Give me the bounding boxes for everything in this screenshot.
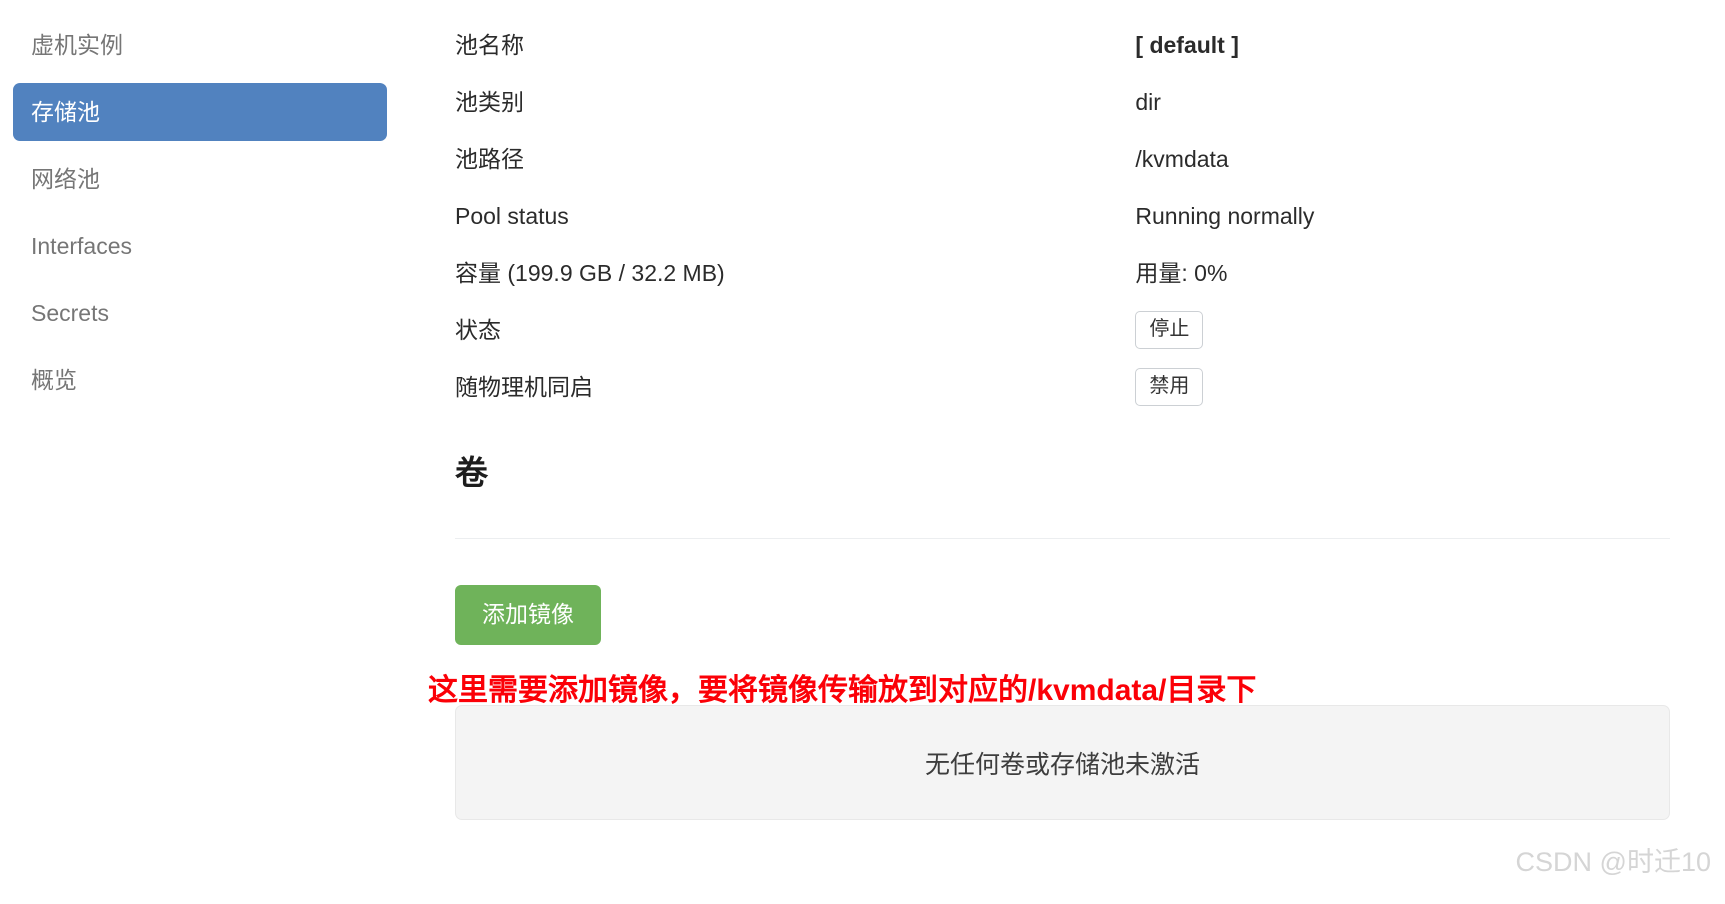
table-row: 容量 (199.9 GB / 32.2 MB) 用量: 0% xyxy=(455,244,1670,301)
disable-autostart-button[interactable]: 禁用 xyxy=(1135,367,1204,406)
sidebar-item-vm-instances[interactable]: 虚机实例 xyxy=(13,16,387,74)
sidebar-item-storage-pool[interactable]: 存储池 xyxy=(13,83,387,141)
pool-name-value: [ default ] xyxy=(1135,31,1239,58)
sidebar-item-label: Secrets xyxy=(31,300,109,326)
table-row: 池路径 /kvmdata xyxy=(455,130,1670,187)
sidebar-nav: 虚机实例 存储池 网络池 Interfaces Secrets 概览 xyxy=(0,0,400,904)
stop-pool-button[interactable]: 停止 xyxy=(1135,310,1204,349)
page-root: 虚机实例 存储池 网络池 Interfaces Secrets 概览 池名称 [… xyxy=(0,0,1725,904)
sidebar-item-label: 网络池 xyxy=(31,166,100,192)
table-row: 状态 停止 xyxy=(455,301,1670,358)
table-row: 随物理机同启 禁用 xyxy=(455,358,1670,415)
pool-path-label: 池路径 xyxy=(455,145,524,172)
pool-type-value: dir xyxy=(1135,88,1161,115)
sidebar-item-secrets[interactable]: Secrets xyxy=(13,284,387,342)
sidebar-item-label: 存储池 xyxy=(31,99,100,125)
pool-state-value-cell: 停止 xyxy=(1135,301,1670,358)
sidebar-item-overview[interactable]: 概览 xyxy=(13,351,387,409)
add-image-button[interactable]: 添加镜像 xyxy=(455,585,601,645)
sidebar-item-interfaces[interactable]: Interfaces xyxy=(13,217,387,275)
sidebar-item-label: Interfaces xyxy=(31,233,132,259)
pool-type-label: 池类别 xyxy=(455,88,524,115)
pool-status-label: Pool status xyxy=(455,202,569,229)
volumes-section-title: 卷 xyxy=(455,454,488,491)
pool-autostart-label: 随物理机同启 xyxy=(455,373,593,400)
pool-state-label: 状态 xyxy=(455,316,501,343)
pool-detail-table: 池名称 [ default ] 池类别 dir 池路径 /kvmdata Poo… xyxy=(455,16,1670,415)
pool-autostart-value-cell: 禁用 xyxy=(1135,358,1670,415)
pool-name-label: 池名称 xyxy=(455,31,524,58)
table-row: 池名称 [ default ] xyxy=(455,16,1670,73)
section-divider xyxy=(455,538,1670,539)
sidebar-item-network-pool[interactable]: 网络池 xyxy=(13,150,387,208)
pool-path-value: /kvmdata xyxy=(1135,145,1229,172)
pool-usage-value: 用量: 0% xyxy=(1135,259,1228,286)
main-content: 池名称 [ default ] 池类别 dir 池路径 /kvmdata Poo… xyxy=(400,0,1725,904)
volumes-empty-message: 无任何卷或存储池未激活 xyxy=(924,751,1200,779)
pool-status-value: Running normally xyxy=(1135,202,1315,229)
table-row: 池类别 dir xyxy=(455,73,1670,130)
table-row: Pool status Running normally xyxy=(455,187,1670,244)
sidebar-item-label: 概览 xyxy=(31,367,77,393)
volumes-empty-panel: 无任何卷或存储池未激活 xyxy=(455,705,1670,820)
pool-capacity-label: 容量 (199.9 GB / 32.2 MB) xyxy=(455,259,725,286)
sidebar-item-label: 虚机实例 xyxy=(31,32,123,58)
